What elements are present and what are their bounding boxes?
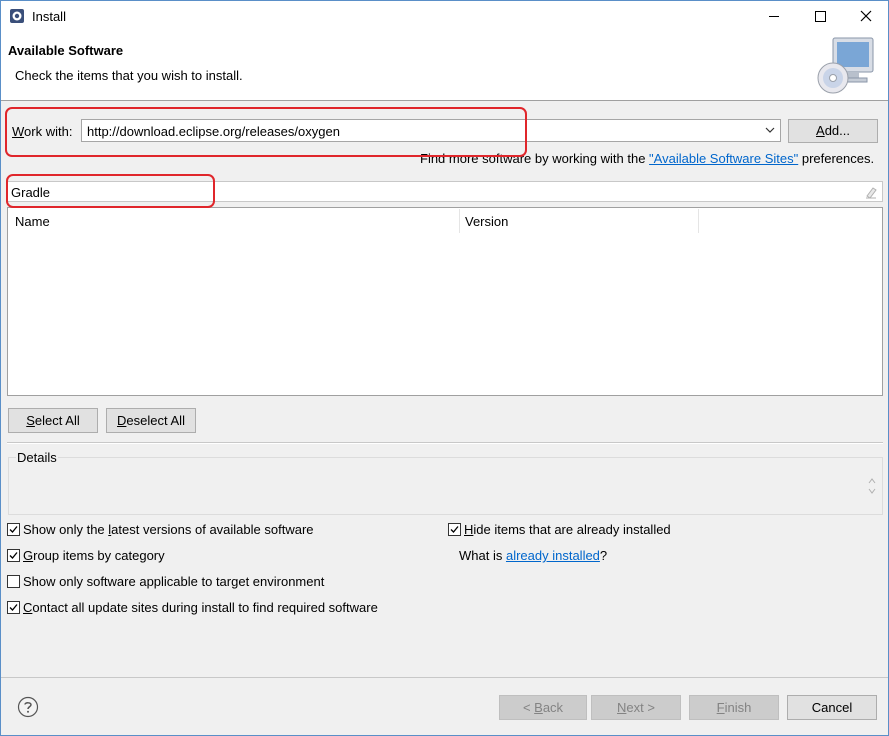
what-is-installed-text: What is already installed? xyxy=(459,548,608,563)
column-header-version[interactable]: Version xyxy=(465,214,508,229)
clear-filter-icon[interactable] xyxy=(864,185,878,199)
details-label: Details xyxy=(16,450,58,465)
hide-installed-checkbox[interactable] xyxy=(448,523,461,536)
group-category-checkbox[interactable] xyxy=(7,549,20,562)
available-software-sites-link[interactable]: "Available Software Sites" xyxy=(649,151,798,166)
maximize-button[interactable] xyxy=(797,1,843,32)
show-applicable-label: Show only software applicable to target … xyxy=(23,574,325,589)
show-applicable-checkbox[interactable] xyxy=(7,575,20,588)
install-dialog: Install Available Software Check the ite… xyxy=(0,0,889,736)
select-all-button[interactable]: Select All xyxy=(8,408,98,433)
add-site-button[interactable]: Add... xyxy=(788,119,878,143)
highlight-work-with xyxy=(5,107,527,157)
checkmark-icon xyxy=(9,526,18,533)
deselect-all-button[interactable]: Deselect All xyxy=(106,408,196,433)
already-installed-link[interactable]: already installed xyxy=(506,548,600,563)
minimize-icon xyxy=(769,16,779,17)
contact-sites-label: Contact all update sites during install … xyxy=(23,600,378,615)
next-button[interactable]: Next > xyxy=(591,695,681,720)
separator xyxy=(7,442,883,444)
help-icon[interactable] xyxy=(17,696,39,718)
checkmark-icon xyxy=(450,526,459,533)
column-divider xyxy=(698,209,699,233)
minimize-button[interactable] xyxy=(751,1,797,32)
window-title: Install xyxy=(32,9,66,24)
chevron-down-icon[interactable] xyxy=(760,120,780,141)
close-button[interactable] xyxy=(843,1,888,32)
page-title: Available Software xyxy=(8,43,124,58)
scroll-arrows-icon[interactable] xyxy=(868,476,876,496)
monitor-cd-icon xyxy=(817,37,874,94)
show-latest-label: Show only the latest versions of availab… xyxy=(23,522,314,537)
back-button[interactable]: < Back xyxy=(499,695,587,720)
close-icon xyxy=(860,10,872,22)
contact-sites-checkbox[interactable] xyxy=(7,601,20,614)
title-bar: Install xyxy=(1,1,888,32)
details-panel xyxy=(8,457,883,515)
eclipse-install-icon xyxy=(10,9,24,23)
column-divider xyxy=(459,209,460,233)
checkmark-icon xyxy=(9,552,18,559)
maximize-icon xyxy=(815,11,826,22)
page-description: Check the items that you wish to install… xyxy=(15,68,243,83)
software-table[interactable]: Name Version xyxy=(7,207,883,396)
checkmark-icon xyxy=(9,604,18,611)
footer-separator xyxy=(1,677,888,678)
cancel-button[interactable]: Cancel xyxy=(787,695,877,720)
finish-button[interactable]: Finish xyxy=(689,695,779,720)
column-header-name[interactable]: Name xyxy=(15,214,50,229)
show-latest-checkbox[interactable] xyxy=(7,523,20,536)
group-category-label: Group items by category xyxy=(23,548,165,563)
header-banner: Available Software Check the items that … xyxy=(1,32,888,101)
highlight-filter xyxy=(6,174,215,208)
hide-installed-label: Hide items that are already installed xyxy=(464,522,671,537)
